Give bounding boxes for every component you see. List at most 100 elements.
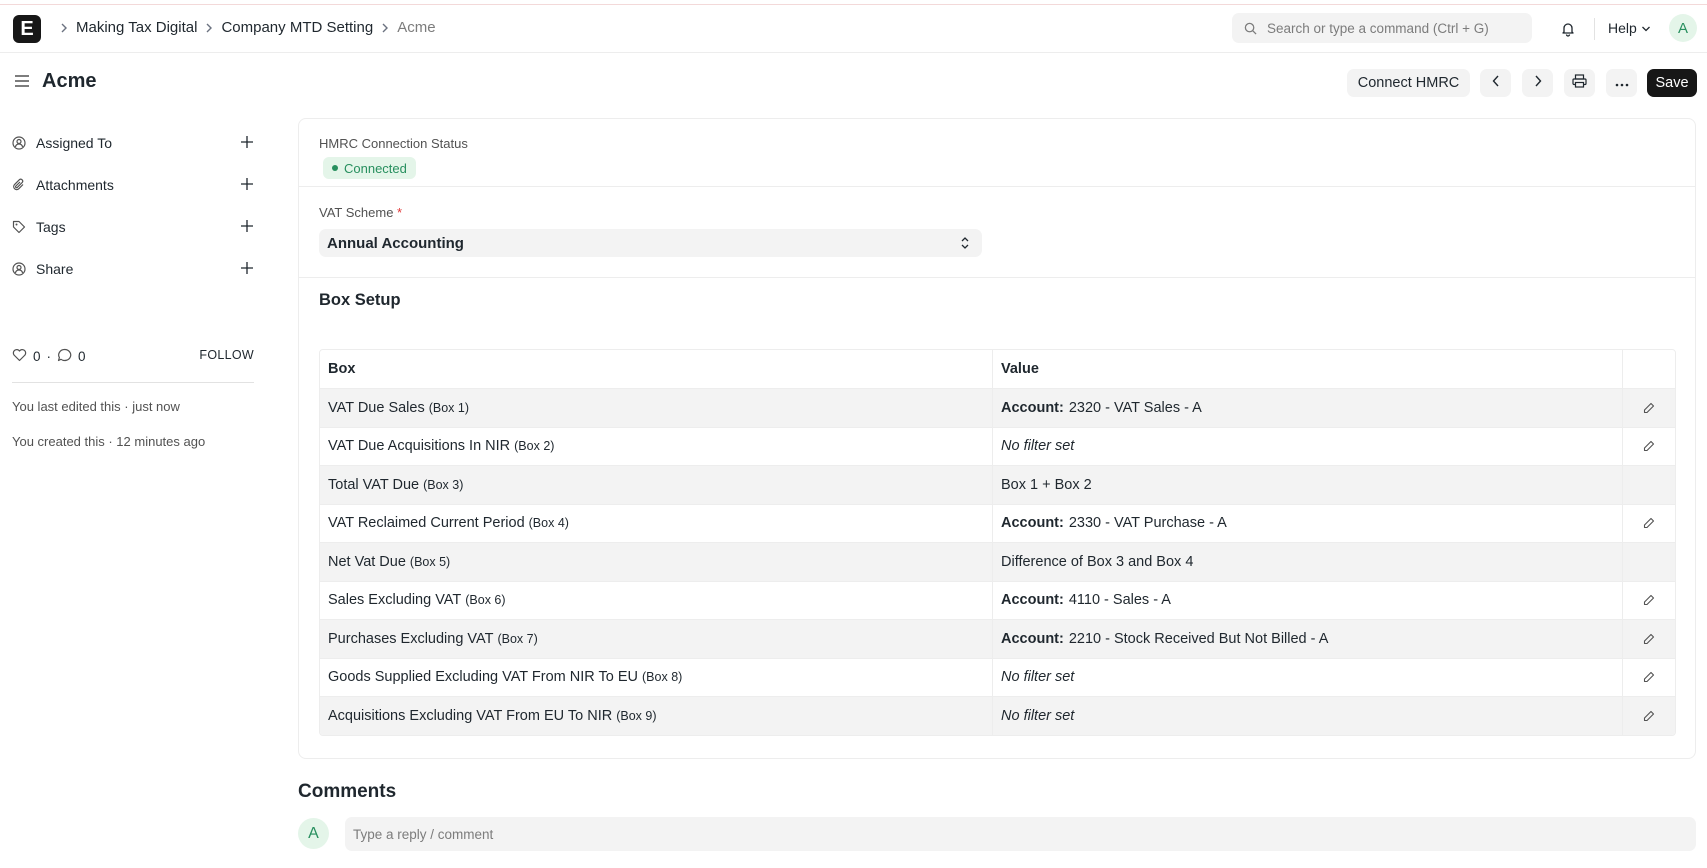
table-row[interactable]: Acquisitions Excluding VAT From EU To NI…: [320, 696, 1675, 735]
connect-hmrc-button[interactable]: Connect HMRC: [1347, 69, 1470, 97]
box-number: (Box 5): [409, 554, 451, 569]
bell-icon[interactable]: [1560, 21, 1576, 37]
actions-cell: [1623, 620, 1675, 658]
actions-cell: [1623, 428, 1675, 466]
search-placeholder: Search or type a command (Ctrl + G): [1267, 20, 1489, 36]
sidebar-item-label: Assigned To: [36, 135, 113, 151]
table-row[interactable]: Goods Supplied Excluding VAT From NIR To…: [320, 657, 1675, 696]
box-name: VAT Due Acquisitions In NIR: [328, 438, 511, 455]
vat-scheme-select[interactable]: Annual Accounting: [319, 229, 982, 257]
likes-count: 0: [33, 349, 41, 364]
comment-icon[interactable]: [57, 348, 72, 365]
search-input[interactable]: Search or type a command (Ctrl + G): [1232, 13, 1532, 43]
box-cell: VAT Due Sales (Box 1): [320, 389, 993, 427]
print-button[interactable]: [1564, 69, 1595, 97]
table-row[interactable]: VAT Due Sales (Box 1) Account: 2320 - VAT S…: [320, 388, 1675, 427]
comment-input[interactable]: [345, 817, 1696, 851]
box-number: (Box 9): [616, 708, 657, 723]
plus-icon[interactable]: [240, 261, 254, 275]
actions-cell: [1623, 697, 1675, 735]
box-number: (Box 3): [423, 477, 464, 492]
sidebar-item-assigned-to[interactable]: Assigned To: [12, 131, 254, 155]
chevron-right-icon: [60, 23, 68, 33]
sidebar-item-attachments[interactable]: Attachments: [12, 173, 254, 197]
actions-cell: [1623, 582, 1675, 620]
help-dropdown[interactable]: Help: [1608, 20, 1651, 36]
required-marker: *: [397, 205, 403, 220]
box-cell: VAT Due Acquisitions In NIR (Box 2): [320, 427, 993, 465]
comments-title: Comments: [298, 781, 397, 802]
column-header-value: Value: [993, 350, 1623, 388]
next-record-button[interactable]: [1522, 69, 1553, 97]
sidebar-divider: [12, 382, 254, 383]
separator-dot: ·: [46, 349, 52, 364]
page-header: Acme Connect HMRC Save: [0, 62, 1707, 104]
status-text: Connected: [344, 160, 407, 176]
connection-status-label: HMRC Connection Status: [319, 136, 468, 151]
value-cell: Account: 4110 - Sales - A: [993, 581, 1623, 619]
box-name: VAT Reclaimed Current Period: [328, 515, 525, 532]
value-cell: No filter set: [993, 697, 1623, 735]
breadcrumb-making-tax-digital[interactable]: Making Tax Digital: [76, 19, 197, 36]
created-note: You created this · 12 minutes ago: [12, 434, 206, 449]
box-name: Goods Supplied Excluding VAT From NIR To…: [328, 669, 639, 686]
table-row[interactable]: VAT Reclaimed Current Period (Box 4) Accou…: [320, 503, 1675, 543]
heart-icon[interactable]: [12, 348, 27, 365]
chevron-down-icon: [1641, 20, 1651, 36]
navbar: E Making Tax Digital Company MTD Setting…: [0, 5, 1707, 53]
value-cell: Account: 2320 - VAT Sales - A: [993, 389, 1623, 427]
box-number: (Box 1): [428, 400, 470, 415]
sidebar-item-tags[interactable]: Tags: [12, 215, 254, 239]
plus-icon[interactable]: [240, 219, 254, 233]
more-actions-button[interactable]: [1606, 69, 1637, 97]
column-header-box: Box: [320, 350, 993, 388]
edit-icon[interactable]: [1643, 633, 1655, 645]
printer-icon: [1572, 74, 1587, 92]
box-cell: Purchases Excluding VAT (Box 7): [320, 620, 993, 658]
value-cell: No filter set: [993, 427, 1623, 465]
edit-icon[interactable]: [1643, 402, 1655, 414]
table-row[interactable]: Total VAT Due (Box 3) Box 1 + Box 2: [320, 465, 1675, 504]
previous-record-button[interactable]: [1480, 69, 1511, 97]
sidebar-item-label: Tags: [36, 219, 66, 235]
actions-cell: [1623, 505, 1675, 543]
vat-scheme-value: Annual Accounting: [327, 234, 464, 252]
comment-avatar: A: [298, 818, 329, 849]
user-avatar[interactable]: A: [1669, 14, 1697, 42]
box-cell: VAT Reclaimed Current Period (Box 4): [320, 504, 993, 542]
box-name: Acquisitions Excluding VAT From EU To NI…: [328, 707, 613, 724]
edit-icon[interactable]: [1643, 440, 1655, 452]
save-button[interactable]: Save: [1647, 69, 1697, 97]
value-text: 2210 - Stock Received But Not Billed - A: [1068, 630, 1329, 647]
breadcrumb-company-mtd-setting[interactable]: Company MTD Setting: [221, 19, 373, 36]
navbar-divider: [1594, 18, 1595, 40]
edit-icon[interactable]: [1643, 594, 1655, 606]
table-header-row: Box Value: [320, 350, 1675, 388]
follow-button[interactable]: FOLLOW: [199, 348, 254, 362]
sidebar-toggle-icon[interactable]: [14, 74, 30, 88]
app-logo[interactable]: E: [13, 15, 41, 43]
box-cell: Total VAT Due (Box 3): [320, 466, 993, 504]
account-label: Account:: [1001, 630, 1064, 647]
table-row[interactable]: VAT Due Acquisitions In NIR (Box 2) No fil…: [320, 426, 1675, 466]
comments-count: 0: [78, 349, 86, 364]
breadcrumb-current[interactable]: Acme: [397, 19, 435, 36]
chevron-right-icon: [381, 23, 389, 33]
table-row[interactable]: Net Vat Due (Box 5) Difference of Box 3 an…: [320, 542, 1675, 581]
box-setup-table: Box Value VAT Due Sales (Box 1) Account: 23…: [319, 349, 1676, 736]
plus-icon[interactable]: [240, 177, 254, 191]
actions-cell: [1623, 543, 1675, 581]
edit-icon[interactable]: [1643, 671, 1655, 683]
value-cell: Account: 2330 - VAT Purchase - A: [993, 504, 1623, 542]
select-chevron-icon: [960, 236, 970, 250]
table-row[interactable]: Sales Excluding VAT (Box 6) Account: 4110 -…: [320, 580, 1675, 620]
status-dot: [332, 165, 338, 171]
account-label: Account:: [1001, 399, 1064, 416]
paperclip-icon: [12, 178, 30, 192]
plus-icon[interactable]: [240, 135, 254, 149]
table-row[interactable]: Purchases Excluding VAT (Box 7) Account: 22…: [320, 619, 1675, 658]
sidebar-item-share[interactable]: Share: [12, 257, 254, 281]
edit-icon[interactable]: [1643, 517, 1655, 529]
edit-icon[interactable]: [1643, 710, 1655, 722]
chevron-right-icon: [1534, 75, 1542, 91]
